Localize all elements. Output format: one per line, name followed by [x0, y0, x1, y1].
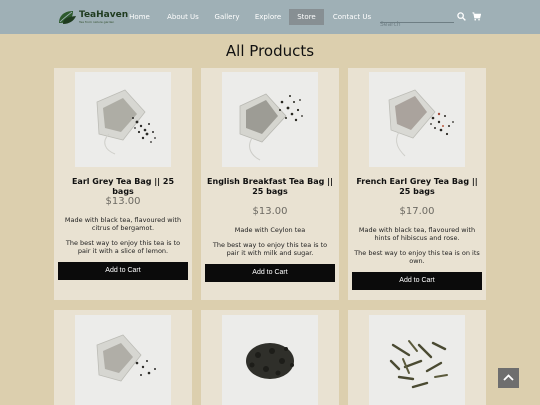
leaf-logo-icon [59, 11, 76, 24]
product-image[interactable] [75, 72, 171, 167]
nav-home[interactable]: Home [124, 9, 155, 25]
product-name[interactable]: English Breakfast Tea Bag || 25 bags [207, 177, 333, 197]
product-serving-tip: The best way to enjoy this tea is on its… [354, 249, 480, 265]
chevron-up-icon[interactable] [498, 368, 519, 388]
add-to-cart-button[interactable]: Add to Cart [205, 264, 335, 282]
page-title: All Products [225, 42, 315, 60]
nav-explore[interactable]: Explore [251, 9, 285, 25]
product-image[interactable] [369, 72, 465, 167]
nav-store[interactable]: Store [289, 9, 324, 25]
product-card [201, 310, 339, 405]
product-price: $13.00 [105, 196, 141, 207]
product-image[interactable] [75, 315, 171, 405]
cart-icon[interactable] [472, 12, 481, 21]
product-serving-tip: The best way to enjoy this tea is to pai… [212, 241, 328, 257]
product-card: French Earl Grey Tea Bag || 25 bags $17.… [348, 68, 486, 300]
product-card: English Breakfast Tea Bag || 25 bags $13… [201, 68, 339, 300]
product-description: Made with Ceylon tea [234, 226, 306, 234]
product-image[interactable] [222, 315, 318, 405]
product-card: Earl Grey Tea Bag || 25 bags $13.00 Made… [54, 68, 192, 300]
brand-name: TeaHaven [79, 9, 129, 20]
search-icon[interactable] [457, 12, 466, 21]
search-input[interactable] [380, 19, 454, 30]
product-description: Made with black tea, flavoured with citr… [64, 216, 182, 232]
product-description: Made with black tea, flavoured with hint… [358, 226, 476, 242]
add-to-cart-button[interactable]: Add to Cart [352, 272, 482, 290]
product-name[interactable]: Earl Grey Tea Bag || 25 bags [60, 177, 186, 197]
brand-logo[interactable]: TeaHaven Tea from nature garden [57, 8, 128, 26]
product-card [54, 310, 192, 405]
nav-about-us[interactable]: About Us [163, 9, 203, 25]
product-card [348, 310, 486, 405]
product-image[interactable] [222, 72, 318, 167]
brand-tagline: Tea from nature garden [79, 19, 115, 24]
nav-contact-us[interactable]: Contact Us [329, 9, 375, 25]
product-serving-tip: The best way to enjoy this tea is to pai… [65, 239, 181, 255]
product-price: $13.00 [252, 206, 288, 217]
site-header: TeaHaven Tea from nature garden Home Abo… [0, 0, 540, 34]
search-box [380, 11, 454, 30]
product-image[interactable] [369, 315, 465, 405]
add-to-cart-button[interactable]: Add to Cart [58, 262, 188, 280]
product-name[interactable]: French Earl Grey Tea Bag || 25 bags [354, 177, 480, 197]
nav-gallery[interactable]: Gallery [211, 9, 243, 25]
product-price: $17.00 [399, 206, 435, 217]
